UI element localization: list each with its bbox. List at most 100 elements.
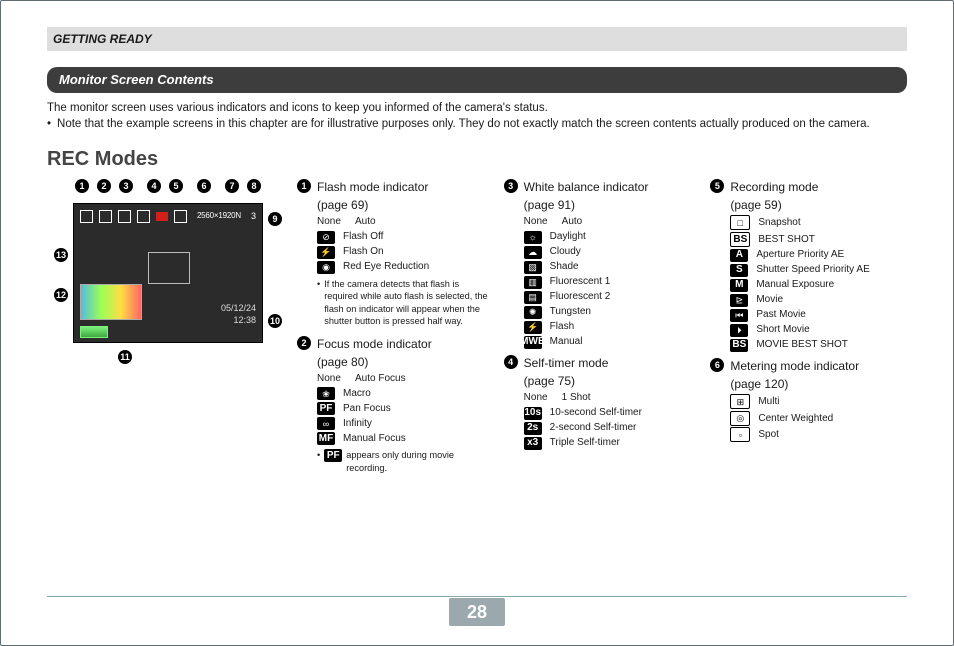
callout-8: 8 [247,179,261,193]
legend-row: ⏮ Past Movie [730,308,903,322]
legend-icon: ⊘ [317,231,335,244]
legend-label: Past Movie [756,308,805,322]
legend-label: Multi [758,395,779,409]
section-1-legend: NoneAuto ⊘ Flash Off⚡Flash On◉Red Eye Redu… [317,215,490,274]
legend-row: None Auto Focus [317,372,490,386]
legend-icon: 10s [524,407,542,420]
legend-row: □Snapshot [730,215,903,230]
legend-icon: ⊵ [730,294,748,307]
screen-time: 12:38 [221,314,256,326]
callout-10: 10 [268,314,282,328]
flash-icon [80,210,93,223]
shots-left: 3 [251,210,256,222]
legend-icon: ⏮ [730,309,748,322]
section-4-legend: None 1 Shot 10s 10-second Self-timer2s2-sec… [524,391,697,450]
legend-label: 10-second Self-timer [550,406,642,420]
legend-label: Tungsten [550,305,591,319]
section-2-title: 2 Focus mode indicator [297,336,490,352]
legend-icon: ❀ [317,387,335,400]
section-2-note: PF appears only during movie recording. [317,449,490,474]
legend-row: ⚡Flash On [317,245,490,259]
section-6-legend: ⊞Multi◎Center Weighted▫Spot [730,394,903,442]
legend-row: ⊵Movie [730,293,903,307]
section-3-legend: NoneAuto☼Daylight☁Cloudy▧Shade▥Fluoresce… [524,215,697,349]
wb-icon [118,210,131,223]
legend-label: Auto [355,215,376,229]
section-header: GETTING READY [47,27,907,51]
legend-col-3: 5 Recording mode (page 59) □SnapshotBSBE… [706,177,907,482]
legend-key: None [524,391,554,405]
legend-row: ☁Cloudy [524,245,697,259]
timer-icon [137,210,150,223]
legend-label: Flash On [343,245,384,259]
legend-label: Cloudy [550,245,581,259]
legend-label: Daylight [550,230,586,244]
legend-row: PFPan Focus [317,402,490,416]
legend-label: Fluorescent 1 [550,275,611,289]
legend-icon: □ [730,215,750,230]
legend-label: 2-second Self-timer [550,421,637,435]
legend-label: Triple Self-timer [550,436,620,450]
section-6-title: 6 Metering mode indicator [710,358,903,374]
intro-line-2: Note that the example screens in this ch… [47,117,907,133]
legend-label: Shutter Speed Priority AE [756,263,869,277]
legend-row: A Aperture Priority AE [730,248,903,262]
legend-icon: M [730,279,748,292]
legend-row: ▥Fluorescent 1 [524,275,697,289]
legend-label: Pan Focus [343,402,391,416]
meter-icon [174,210,187,223]
legend-label: BEST SHOT [758,233,815,247]
legend-icon: ⊞ [730,394,750,409]
legend-row: ⏵Short Movie [730,323,903,337]
callout-12: 12 [54,288,68,302]
callout-6: 6 [197,179,211,193]
legend-label: Auto Focus [355,372,406,386]
legend-label: Manual Exposure [756,278,834,292]
histogram-icon [80,284,142,320]
callout-11: 11 [118,350,132,364]
rec-mode-icon [156,212,168,221]
legend-row: 2s2-second Self-timer [524,421,697,435]
screen-top-row: 2560×1920N 3 [80,210,256,223]
legend-icon: ⚡ [524,321,542,334]
pf-icon: PF [324,449,342,462]
legend-label: Infinity [343,417,372,431]
legend-row: ⊘ Flash Off [317,230,490,244]
callout-7: 7 [225,179,239,193]
legend-icon: ▧ [524,261,542,274]
legend-row: ◉Red Eye Reduction [317,260,490,274]
section-1-page: (page 69) [317,197,490,213]
legend-row: M Manual Exposure [730,278,903,292]
legend-col-2: 3 White balance indicator (page 91) None… [500,177,701,482]
legend-icon: ◉ [317,261,335,274]
legend-icon: BS [730,339,748,352]
legend-row: ✺Tungsten [524,305,697,319]
legend-label: Flash Off [343,230,383,244]
legend-row: NoneAuto [317,215,490,229]
legend-icon: A [730,249,748,262]
legend-icon: MWB [524,336,542,349]
screen-column: 1 2 3 4 5 6 7 8 2560×1920N 3 [47,177,287,482]
legend-row: NoneAuto [524,215,697,229]
page-number: 28 [449,598,505,626]
legend-row: ☼Daylight [524,230,697,244]
callout-5: 5 [169,179,183,193]
legend-label: 1 Shot [562,391,591,405]
focus-icon [99,210,112,223]
legend-key: None [317,372,347,386]
section-5-legend: □Snapshot BS BEST SHOT A Aperture Priority A… [730,215,903,352]
legend-icon: MF [317,432,335,445]
battery-icon [80,326,108,338]
callout-4: 4 [147,179,161,193]
section-5-title: 5 Recording mode [710,179,903,195]
section-4-page: (page 75) [524,373,697,389]
legend-label: Aperture Priority AE [756,248,844,262]
legend-label: Auto [562,215,583,229]
callout-1: 1 [75,179,89,193]
legend-row: x3Triple Self-timer [524,436,697,450]
legend-row: ⊞ Multi [730,394,903,409]
resolution-label: 2560×1920N [197,211,241,222]
legend-row: ▧Shade [524,260,697,274]
legend-row: ⚡Flash [524,320,697,334]
legend-row: BSMOVIE BEST SHOT [730,338,903,352]
